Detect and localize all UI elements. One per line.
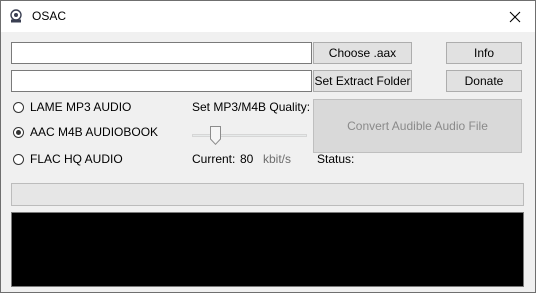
format-label-m4b: AAC M4B AUDIOBOOK	[30, 125, 159, 139]
info-button[interactable]: Info	[446, 42, 522, 64]
aax-file-path-input[interactable]	[11, 42, 312, 64]
donate-button[interactable]: Donate	[446, 70, 522, 92]
output-console[interactable]	[11, 212, 524, 287]
window-title: OSAC	[32, 9, 67, 23]
format-label-mp3: LAME MP3 AUDIO	[30, 100, 132, 114]
convert-button[interactable]: Convert Audible Audio File	[313, 99, 522, 153]
radio-m4b[interactable]	[13, 126, 24, 138]
format-option-flac[interactable]: FLAC HQ AUDIO	[13, 152, 123, 166]
current-label: Current:	[192, 152, 236, 166]
format-option-m4b[interactable]: AAC M4B AUDIOBOOK	[13, 125, 158, 139]
close-icon	[509, 11, 521, 22]
progress-bar	[11, 183, 524, 206]
status-label: Status:	[317, 152, 355, 166]
main-window: OSAC Choose .aax Info Set Extract Folder…	[0, 0, 536, 293]
close-button[interactable]	[495, 1, 535, 32]
quality-unit: kbit/s	[263, 152, 292, 166]
osac-app-icon	[10, 9, 22, 23]
choose-aax-button[interactable]: Choose .aax	[313, 42, 412, 64]
set-extract-folder-button[interactable]: Set Extract Folder	[313, 70, 412, 92]
current-value: 80	[240, 152, 254, 166]
radio-flac[interactable]	[13, 153, 24, 165]
quality-label: Set MP3/M4B Quality:	[192, 100, 311, 114]
format-option-mp3[interactable]: LAME MP3 AUDIO	[13, 100, 131, 114]
quality-slider-thumb[interactable]	[209, 126, 221, 145]
format-label-flac: FLAC HQ AUDIO	[30, 152, 123, 166]
radio-mp3[interactable]	[13, 101, 24, 113]
title-bar[interactable]: OSAC	[1, 1, 535, 32]
extract-folder-input[interactable]	[11, 70, 312, 92]
